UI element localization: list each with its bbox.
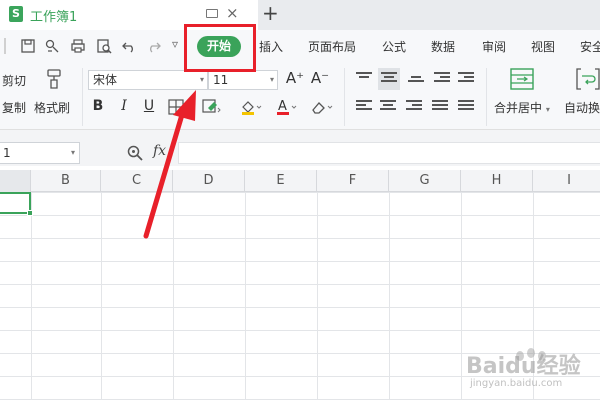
increase-indent-icon[interactable] [458, 72, 474, 86]
column-header: B C D E F G H I [0, 170, 600, 192]
auto-wrap-button[interactable]: 自动换 [564, 99, 600, 116]
grid-line [31, 192, 32, 400]
quick-access-more-icon[interactable]: ▿ [172, 37, 178, 51]
align-top-icon[interactable] [356, 72, 372, 86]
menu-formulas[interactable]: 公式 [382, 38, 406, 55]
column-header-f[interactable]: F [317, 170, 389, 192]
column-header-g[interactable]: G [389, 170, 461, 192]
tab-bar: S 工作簿1 × + [0, 0, 600, 30]
font-name-select[interactable]: 宋体 ▾ [88, 70, 208, 90]
new-tab-button[interactable]: + [262, 2, 279, 24]
close-tab-icon[interactable]: × [226, 4, 239, 22]
highlight-annotation [184, 24, 256, 72]
font-size-dropdown-icon: ▾ [269, 75, 274, 84]
menu-insert[interactable]: 插入 [259, 38, 283, 55]
auto-wrap-icon[interactable] [576, 68, 600, 94]
svg-text:A: A [278, 99, 287, 114]
menu-page-layout[interactable]: 页面布局 [308, 38, 356, 55]
font-size-value: 11 [213, 73, 229, 87]
undo-icon[interactable] [121, 38, 137, 54]
fill-color-icon[interactable] [240, 99, 262, 119]
ribbon-separator [82, 68, 83, 126]
cell-style-icon[interactable] [202, 99, 222, 119]
format-painter-button[interactable]: 格式刷 [34, 99, 70, 116]
ribbon-separator [486, 68, 487, 126]
menu-divider [4, 38, 6, 54]
font-color-icon[interactable]: A [276, 98, 298, 120]
fill-handle[interactable] [27, 210, 33, 216]
column-header-i[interactable]: I [533, 170, 600, 192]
clear-format-icon[interactable] [310, 99, 334, 119]
grid-line [173, 192, 174, 400]
zoom-icon[interactable] [126, 144, 144, 166]
copy-button[interactable]: 复制 [2, 99, 26, 116]
font-name-dropdown-icon: ▾ [199, 75, 204, 84]
merge-center-label: 合并居中 [494, 101, 543, 115]
align-center-icon[interactable] [380, 100, 396, 114]
grid-line [317, 192, 318, 400]
window-icon[interactable] [206, 9, 218, 18]
merge-center-button[interactable]: 合并居中 ▾ [494, 99, 550, 116]
decrease-indent-icon[interactable] [434, 72, 450, 86]
document-title: 工作簿1 [30, 10, 78, 25]
grid-line [245, 192, 246, 400]
format-convert-icon[interactable] [44, 38, 60, 54]
align-middle-icon[interactable] [378, 68, 400, 90]
menu-review[interactable]: 审阅 [482, 38, 506, 55]
print-icon[interactable] [70, 38, 86, 54]
merge-center-dropdown-icon: ▾ [545, 105, 550, 114]
column-header-a[interactable] [0, 170, 31, 192]
save-icon[interactable] [20, 38, 36, 54]
insert-function-button[interactable]: fx [153, 143, 166, 159]
column-header-b[interactable]: B [31, 170, 101, 192]
column-header-c[interactable]: C [101, 170, 173, 192]
name-box-value: 1 [3, 146, 11, 160]
grow-font-button[interactable]: A⁺ [285, 69, 305, 87]
border-icon[interactable] [168, 99, 184, 119]
justify-icon[interactable] [432, 100, 448, 114]
align-right-icon[interactable] [406, 100, 422, 114]
menu-view[interactable]: 视图 [531, 38, 555, 55]
ribbon-toolbar: 剪切 复制 格式刷 宋体 ▾ 11 ▾ A⁺ A⁻ B I U A 合并居中 ▾… [0, 62, 600, 130]
cut-button[interactable]: 剪切 [2, 72, 26, 89]
merge-center-icon[interactable] [510, 68, 534, 94]
spreadsheet-app: S 工作簿1 × + ▿ 插入 页面布局 公式 数据 审阅 视图 安全 开始 剪… [0, 0, 600, 400]
bold-button[interactable]: B [90, 98, 106, 114]
ribbon-separator [344, 68, 345, 126]
grid-line [101, 192, 102, 400]
watermark-url: jingyan.baidu.com [470, 378, 563, 389]
column-header-h[interactable]: H [461, 170, 533, 192]
menu-security[interactable]: 安全 [580, 38, 600, 55]
align-left-icon[interactable] [356, 100, 372, 114]
print-preview-icon[interactable] [96, 38, 112, 54]
watermark-text: Baidu经验 [466, 354, 581, 379]
name-box[interactable]: 1 ▾ [0, 142, 80, 164]
menu-bar: ▿ 插入 页面布局 公式 数据 审阅 视图 安全 [0, 30, 600, 62]
shrink-font-button[interactable]: A⁻ [310, 69, 330, 87]
underline-button[interactable]: U [141, 98, 157, 114]
app-logo-icon: S [9, 6, 23, 22]
font-name-value: 宋体 [93, 73, 118, 87]
column-header-e[interactable]: E [245, 170, 317, 192]
format-painter-icon[interactable] [44, 68, 64, 94]
column-header-d[interactable]: D [173, 170, 245, 192]
italic-button[interactable]: I [116, 98, 132, 114]
menu-data[interactable]: 数据 [431, 38, 455, 55]
name-box-dropdown-icon: ▾ [70, 148, 75, 157]
distributed-icon[interactable] [458, 100, 474, 114]
grid-line [389, 192, 390, 400]
align-bottom-icon[interactable] [408, 72, 424, 86]
font-size-select[interactable]: 11 ▾ [208, 70, 278, 90]
formula-input[interactable] [178, 142, 600, 164]
redo-icon[interactable] [146, 38, 162, 54]
